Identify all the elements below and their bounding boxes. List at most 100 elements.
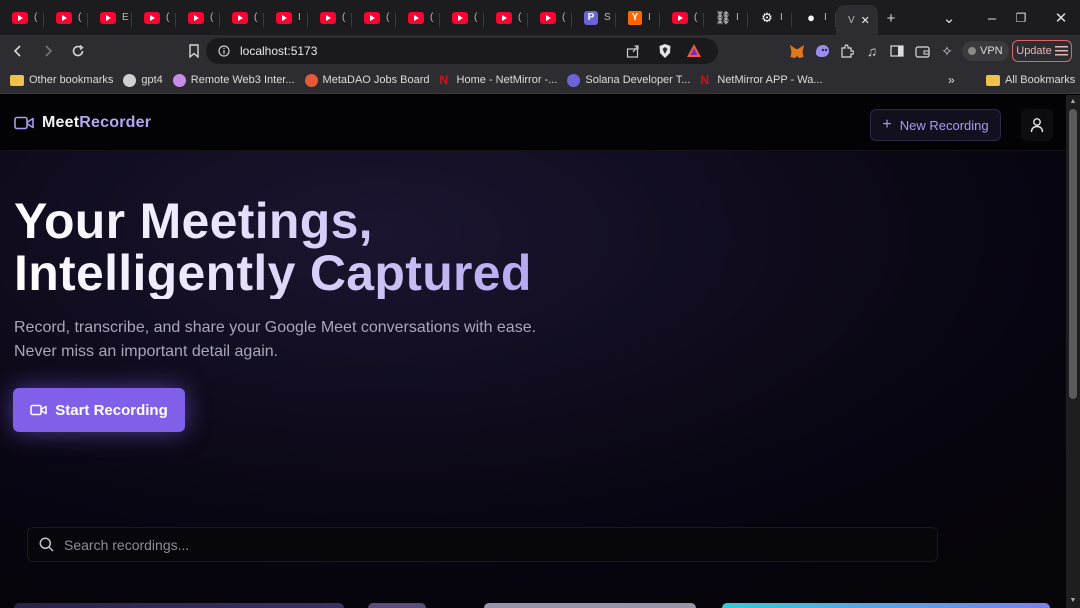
hero-title-line2: Intelligently Captured bbox=[14, 245, 532, 301]
video-camera-icon bbox=[30, 404, 47, 416]
bookmark-page-button[interactable] bbox=[182, 39, 206, 63]
browser-tab[interactable]: PS bbox=[572, 4, 616, 32]
youtube-icon bbox=[188, 11, 204, 24]
sidebar-toggle-icon[interactable] bbox=[887, 41, 907, 61]
forward-button[interactable] bbox=[36, 39, 60, 63]
reload-icon bbox=[72, 44, 84, 57]
youtube-icon bbox=[320, 11, 336, 24]
bookmark-item[interactable]: Remote Web3 Inter... bbox=[172, 73, 295, 87]
restore-window-button[interactable]: ❐ bbox=[1010, 7, 1032, 29]
vpn-button[interactable]: VPN bbox=[962, 41, 1009, 61]
search-input[interactable] bbox=[64, 529, 924, 560]
back-button[interactable] bbox=[6, 39, 30, 63]
bookmark-label: Other bookmarks bbox=[29, 74, 114, 86]
browser-tab[interactable]: ( bbox=[660, 4, 704, 32]
browser-tab[interactable]: ( bbox=[44, 4, 88, 32]
page-viewport: MeetRecorder + New Recording Your Meetin… bbox=[0, 95, 1066, 608]
browser-tab[interactable]: ( bbox=[528, 4, 572, 32]
minimize-window-button[interactable]: – bbox=[981, 7, 1003, 29]
bookmarks-overflow-chevron-icon[interactable]: » bbox=[948, 73, 955, 87]
tab-title: ( bbox=[254, 12, 258, 23]
recording-card[interactable] bbox=[484, 603, 696, 608]
extensions-puzzle-icon[interactable] bbox=[837, 41, 857, 61]
tab-title: ( bbox=[430, 12, 434, 23]
brand-logo[interactable]: MeetRecorder bbox=[14, 114, 151, 132]
browser-tab[interactable]: ( bbox=[484, 4, 528, 32]
plus-icon: + bbox=[882, 116, 892, 133]
p-logo-icon: P bbox=[584, 10, 598, 25]
music-note-icon[interactable]: ♫ bbox=[862, 41, 882, 61]
share-icon[interactable] bbox=[626, 44, 640, 58]
vpn-label: VPN bbox=[980, 45, 1003, 57]
tab-title: I bbox=[298, 12, 301, 23]
start-recording-button[interactable]: Start Recording bbox=[13, 388, 185, 432]
bookmark-label: Solana Developer T... bbox=[585, 74, 691, 86]
tab-title: E bbox=[122, 12, 129, 23]
scroll-up-arrow-icon[interactable]: ▲ bbox=[1069, 98, 1077, 106]
bookmark-item[interactable]: N NetMirror APP - Wa... bbox=[700, 73, 822, 87]
close-window-button[interactable]: ✕ bbox=[1050, 7, 1072, 29]
hero-title-line1: Your Meetings, bbox=[14, 193, 373, 249]
scrollbar-thumb[interactable] bbox=[1069, 109, 1077, 399]
browser-tab[interactable]: E bbox=[88, 4, 132, 32]
browser-tab[interactable]: ⛓ I bbox=[704, 4, 748, 32]
bookmark-item[interactable]: MetaDAO Jobs Board bbox=[304, 73, 430, 87]
reload-button[interactable] bbox=[66, 39, 90, 63]
brand-name: MeetRecorder bbox=[42, 114, 151, 132]
tab-active[interactable]: V ✕ bbox=[836, 5, 878, 35]
bookmark-item[interactable]: N Home - NetMirror -... bbox=[440, 73, 558, 87]
browser-tab[interactable]: YI bbox=[616, 4, 660, 32]
youtube-icon bbox=[144, 11, 160, 24]
browser-tab[interactable]: ( bbox=[440, 4, 484, 32]
browser-tab[interactable]: ( bbox=[176, 4, 220, 32]
youtube-icon bbox=[672, 11, 688, 24]
brave-shields-icon[interactable] bbox=[658, 43, 672, 59]
tab-title: ( bbox=[166, 12, 170, 23]
all-bookmarks-folder[interactable]: All Bookmarks bbox=[986, 74, 1075, 86]
bookmark-item[interactable]: gpt4 bbox=[123, 73, 163, 87]
folder-icon bbox=[10, 74, 24, 86]
user-profile-button[interactable] bbox=[1021, 109, 1053, 141]
page-scrollbar[interactable]: ▲ ▼ bbox=[1066, 95, 1080, 608]
recording-card[interactable] bbox=[368, 603, 426, 608]
leo-ai-sparkle-icon[interactable]: ✧ bbox=[937, 41, 957, 61]
tab-search-button[interactable]: ⌄ bbox=[938, 7, 960, 29]
youtube-icon bbox=[56, 11, 72, 24]
bookmarks-bar: Other bookmarks gpt4 Remote Web3 Inter... M… bbox=[0, 67, 1080, 94]
browser-tab[interactable]: ( bbox=[132, 4, 176, 32]
wallet-icon[interactable] bbox=[912, 41, 932, 61]
recording-card[interactable] bbox=[722, 603, 1050, 608]
bookmark-label: gpt4 bbox=[141, 74, 163, 86]
update-button[interactable]: Update bbox=[1012, 40, 1072, 62]
browser-tab[interactable]: ( bbox=[0, 4, 44, 32]
bookmark-item[interactable]: Other bookmarks bbox=[10, 74, 113, 86]
brave-rewards-icon[interactable] bbox=[686, 43, 702, 58]
browser-tab[interactable]: ( bbox=[220, 4, 264, 32]
tab-title: ( bbox=[342, 12, 346, 23]
hero-subtitle-line1: Record, transcribe, and share your Googl… bbox=[14, 319, 537, 336]
browser-tab[interactable]: I bbox=[264, 4, 308, 32]
browser-tab[interactable]: ● I bbox=[792, 4, 836, 32]
netmirror-icon: N bbox=[700, 73, 710, 87]
address-bar[interactable]: localhost:5173 bbox=[206, 38, 718, 64]
scroll-down-arrow-icon[interactable]: ▼ bbox=[1069, 597, 1077, 605]
browser-tab[interactable]: ⚙ I bbox=[748, 4, 792, 32]
metamask-extension-icon[interactable] bbox=[787, 41, 807, 61]
ladybug-icon bbox=[304, 73, 318, 87]
tab-title: ( bbox=[78, 12, 82, 23]
ghost-extension-icon[interactable] bbox=[812, 41, 832, 61]
browser-tab[interactable]: ( bbox=[308, 4, 352, 32]
new-recording-button[interactable]: + New Recording bbox=[870, 109, 1001, 141]
browser-tab[interactable]: ( bbox=[352, 4, 396, 32]
bookmark-label: Home - NetMirror -... bbox=[456, 74, 558, 86]
youtube-icon bbox=[408, 11, 424, 24]
close-tab-icon[interactable]: ✕ bbox=[861, 14, 870, 27]
site-info-icon[interactable] bbox=[218, 45, 230, 57]
recording-card[interactable] bbox=[14, 603, 344, 608]
browser-tab[interactable]: ( bbox=[396, 4, 440, 32]
bookmark-item[interactable]: Solana Developer T... bbox=[567, 73, 691, 87]
youtube-icon bbox=[232, 11, 248, 24]
new-tab-button[interactable]: + bbox=[880, 7, 902, 29]
chevron-right-icon bbox=[45, 45, 53, 57]
chevron-left-icon bbox=[13, 45, 21, 57]
